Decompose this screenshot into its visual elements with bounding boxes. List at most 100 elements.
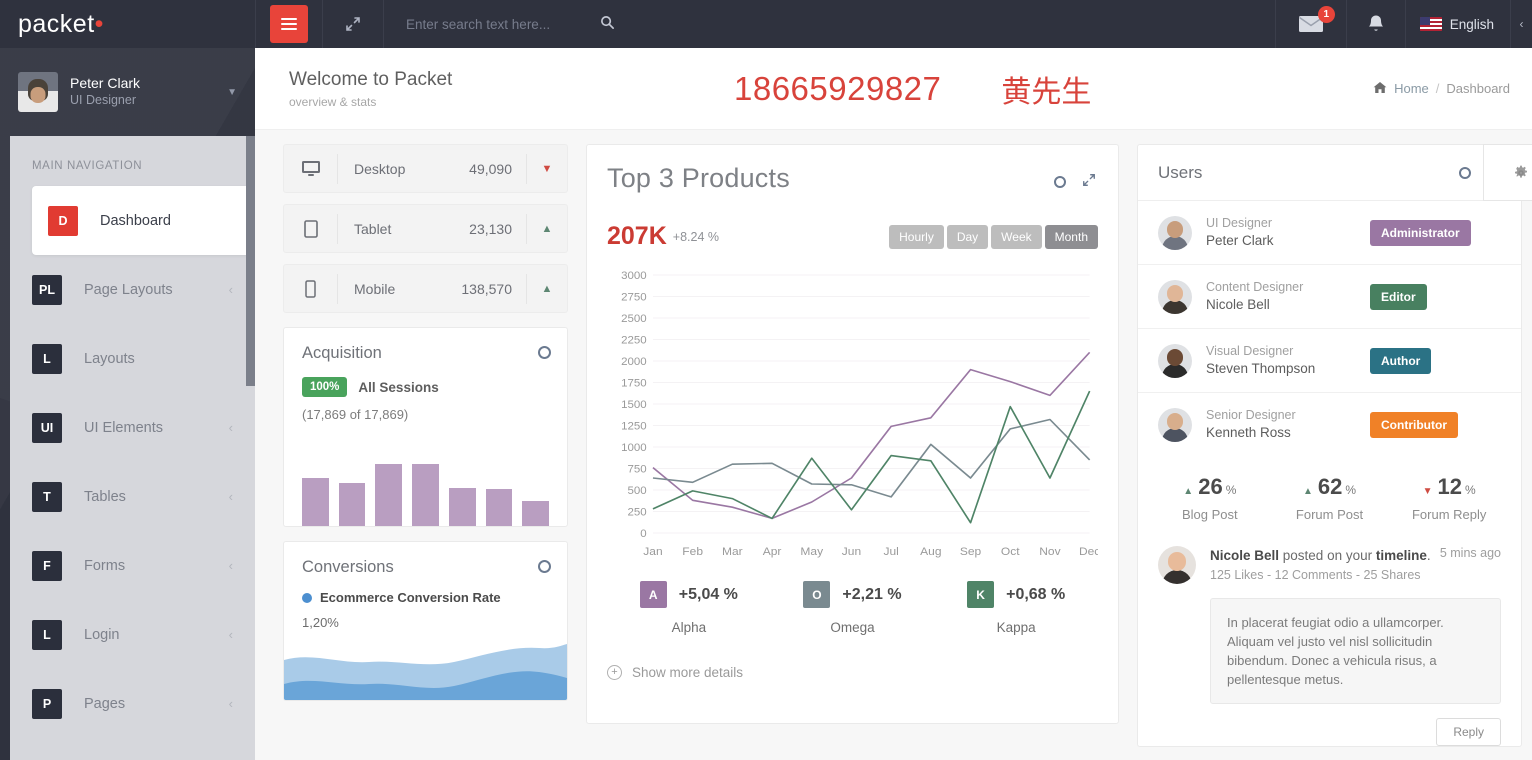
legend-item-omega[interactable]: O +2,21 % Omega <box>771 581 935 635</box>
fullscreen-icon[interactable] <box>323 0 383 48</box>
table-row[interactable]: UI Designer Peter Clark Administrator <box>1138 201 1521 265</box>
sidebar-profile[interactable]: Peter Clark UI Designer ▼ <box>0 48 255 136</box>
tab-day[interactable]: Day <box>946 224 989 249</box>
stat-row-tablet[interactable]: Tablet 23,130 ▲ <box>283 204 568 253</box>
activity-post: 5 mins ago Nicole Bell posted on your ti… <box>1138 538 1521 746</box>
menu-toggle-button[interactable] <box>270 5 308 43</box>
chart-tools <box>1054 173 1096 190</box>
series-kappa <box>652 390 1091 524</box>
stat-label: Desktop <box>354 160 406 177</box>
sidebar-item-ui-elements[interactable]: UI UI Elements ‹ <box>10 393 255 462</box>
bar <box>412 463 439 526</box>
svg-text:750: 750 <box>628 464 647 476</box>
stat-row-desktop[interactable]: Desktop 49,090 ▼ <box>283 144 568 193</box>
chevron-left-icon: ‹ <box>228 489 233 504</box>
settings-gear-icon[interactable] <box>1483 144 1532 201</box>
legend-item-alpha[interactable]: A +5,04 % Alpha <box>607 581 771 635</box>
sidebar-item-label: Layouts <box>84 350 135 367</box>
notifications-button[interactable] <box>1347 0 1405 48</box>
nav-section-title: MAIN NAVIGATION <box>32 160 143 172</box>
language-selector[interactable]: English <box>1406 0 1510 48</box>
search-area[interactable] <box>384 0 1275 48</box>
sidebar-item-forms[interactable]: F Forms ‹ <box>10 531 255 600</box>
omega-percent: +2,21 % <box>842 585 902 603</box>
avatar <box>1158 546 1196 584</box>
post-quote: In placerat feugiat odio a ullamcorper. … <box>1210 598 1501 704</box>
stat-percent-symbol: % <box>1465 483 1476 497</box>
post-author[interactable]: Nicole Bell <box>1210 548 1279 563</box>
sidebar-item-tables[interactable]: T Tables ‹ <box>10 462 255 531</box>
profile-name: Peter Clark <box>70 75 141 91</box>
messages-button[interactable]: 1 <box>1276 0 1346 48</box>
user-info: UI Designer Peter Clark <box>1206 215 1356 250</box>
app-root: packet• 1 Engl <box>0 0 1532 760</box>
acquisition-header: Acquisition 100% All Sessions (17,869 of… <box>284 328 567 422</box>
search-input[interactable] <box>406 16 596 32</box>
desktop-icon <box>284 153 338 184</box>
svg-text:1000: 1000 <box>621 442 647 454</box>
search-icon[interactable] <box>600 15 615 34</box>
users-header: Users <box>1138 144 1532 201</box>
stat-value: 138,570 <box>435 273 527 304</box>
kappa-name: Kappa <box>996 620 1036 635</box>
refresh-icon[interactable] <box>538 560 551 573</box>
sidebar: Peter Clark UI Designer ▼ MAIN NAVIGATIO… <box>0 48 255 760</box>
dashboard-icon: D <box>48 205 78 236</box>
svg-text:1250: 1250 <box>621 421 647 433</box>
sidebar-item-page-layouts[interactable]: PL Page Layouts ‹ <box>10 255 255 324</box>
status-badge: Contributor <box>1370 411 1458 438</box>
table-row[interactable]: Content Designer Nicole Bell Editor <box>1138 265 1521 329</box>
sidebar-item-label: UI Elements <box>84 419 163 436</box>
collapse-right-panel-button[interactable]: ‹ <box>1510 0 1532 48</box>
brand-logo-text: packet <box>18 9 95 38</box>
chevron-down-icon[interactable]: ▼ <box>227 87 237 98</box>
chart-kpi-row: 207K +8.24 % Hourly Day Week Month <box>607 222 1098 251</box>
reply-button[interactable]: Reply <box>1436 718 1501 746</box>
avatar <box>1158 279 1192 314</box>
expand-icon[interactable] <box>1082 173 1096 190</box>
language-label: English <box>1449 16 1494 32</box>
pages-icon: P <box>32 688 62 719</box>
breadcrumb-home-link[interactable]: Home <box>1394 81 1429 96</box>
breadcrumb-current: Dashboard <box>1446 81 1510 96</box>
acquisition-card: Acquisition 100% All Sessions (17,869 of… <box>283 327 568 527</box>
forms-icon: F <box>32 550 62 581</box>
table-row[interactable]: Visual Designer Steven Thompson Author <box>1138 329 1521 393</box>
user-role: UI Designer <box>1206 216 1272 230</box>
alpha-name: Alpha <box>671 620 707 635</box>
table-row[interactable]: Senior Designer Kenneth Ross Contributor <box>1138 393 1521 456</box>
login-icon: L <box>32 619 62 650</box>
stat-percent-symbol: % <box>1345 483 1357 497</box>
tab-week[interactable]: Week <box>991 224 1042 249</box>
legend-item-kappa[interactable]: K +0,68 % Kappa <box>934 581 1098 635</box>
messages-badge: 1 <box>1317 6 1335 23</box>
brand-logo: packet• <box>18 10 104 39</box>
refresh-icon[interactable] <box>538 346 551 359</box>
stat-row-mobile[interactable]: Mobile 138,570 ▲ <box>283 264 568 313</box>
svg-text:Jun: Jun <box>842 545 861 558</box>
logo-area[interactable]: packet• <box>0 0 255 48</box>
show-more-details-link[interactable]: + Show more details <box>607 665 1098 680</box>
refresh-icon[interactable] <box>1054 175 1066 188</box>
post-target[interactable]: timeline <box>1376 548 1427 563</box>
refresh-icon[interactable] <box>1459 166 1471 179</box>
sidebar-item-dashboard[interactable]: D Dashboard <box>32 186 255 255</box>
svg-text:2250: 2250 <box>621 335 647 347</box>
stat-label: Forum Reply <box>1411 507 1487 522</box>
avatar <box>18 72 58 112</box>
trend-up-icon: ▲ <box>541 222 553 235</box>
acquisition-title: Acquisition <box>302 344 382 362</box>
sidebar-item-login[interactable]: L Login ‹ <box>10 600 255 669</box>
stat-value: 23,130 <box>435 213 527 244</box>
stat-number: 26 <box>1198 474 1223 499</box>
sidebar-scrollbar-thumb[interactable] <box>246 136 255 386</box>
user-info: Content Designer Nicole Bell <box>1206 279 1356 314</box>
tab-hourly[interactable]: Hourly <box>889 224 944 249</box>
tab-month[interactable]: Month <box>1044 224 1098 249</box>
chevron-left-icon: ‹ <box>228 558 233 573</box>
sidebar-scrollbar[interactable] <box>246 136 255 760</box>
sidebar-item-pages[interactable]: P Pages ‹ <box>10 669 255 738</box>
plus-icon: + <box>607 665 622 680</box>
sidebar-item-layouts[interactable]: L Layouts <box>10 324 255 393</box>
chevron-left-icon: ‹ <box>228 420 233 435</box>
